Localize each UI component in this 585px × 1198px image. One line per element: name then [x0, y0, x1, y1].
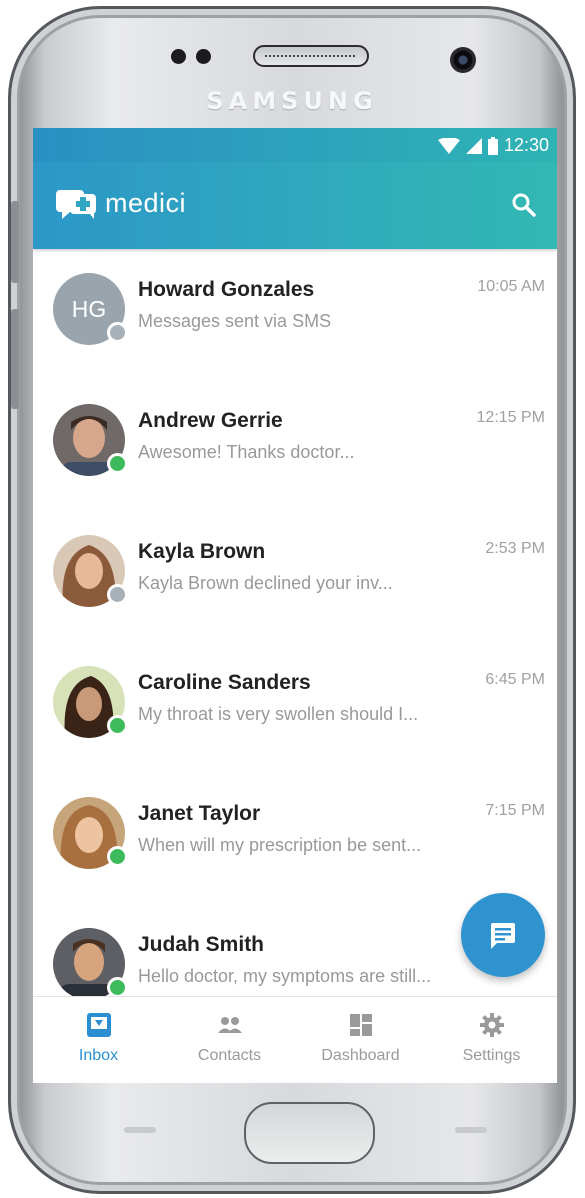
- message-preview: Messages sent via SMS: [138, 311, 332, 331]
- tab-inbox[interactable]: Inbox: [33, 997, 164, 1083]
- tab-label: Contacts: [197, 1047, 262, 1064]
- search-icon[interactable]: [511, 192, 537, 218]
- signal-icon: [465, 137, 482, 154]
- message-time: 2:53 PM: [485, 540, 545, 557]
- bottom-navigation: Inbox Contacts Dashboard Settings: [33, 996, 557, 1083]
- message-preview: Awesome! Thanks doctor...: [138, 442, 355, 462]
- presence-online-indicator: [107, 453, 128, 474]
- compose-message-button[interactable]: [461, 893, 545, 977]
- sensor-dot: [171, 49, 186, 64]
- contact-name: Judah Smith: [138, 933, 265, 956]
- presence-online-indicator: [107, 977, 128, 998]
- message-time: 12:15 PM: [476, 409, 545, 426]
- conversation-item-caroline-sanders[interactable]: Caroline Sanders My throat is very swoll…: [33, 642, 557, 772]
- battery-icon: [487, 136, 498, 155]
- presence-online-indicator: [107, 715, 128, 736]
- contact-name: Kayla Brown: [138, 540, 266, 563]
- app-bar: medici: [33, 162, 557, 249]
- message-time: 6:45 PM: [485, 671, 545, 688]
- bixby-button: [11, 309, 19, 409]
- device-brand: SAMSUNG: [206, 87, 378, 115]
- tab-label: Settings: [462, 1047, 521, 1064]
- back-key[interactable]: [455, 1127, 487, 1133]
- volume-button: [11, 201, 19, 283]
- message-icon: [491, 923, 515, 949]
- dashboard-icon: [349, 1014, 372, 1036]
- earpiece-speaker: [253, 45, 369, 67]
- presence-offline-indicator: [107, 322, 128, 343]
- app-name: medici: [105, 187, 187, 218]
- message-preview: When will my prescription be sent...: [138, 835, 422, 855]
- tab-contacts[interactable]: Contacts: [164, 997, 295, 1083]
- conversation-item-kayla-brown[interactable]: Kayla Brown Kayla Brown declined your in…: [33, 511, 557, 641]
- contact-name: Howard Gonzales: [138, 278, 315, 301]
- conversation-item-janet-taylor[interactable]: Janet Taylor When will my prescription b…: [33, 773, 557, 903]
- presence-offline-indicator: [107, 584, 128, 605]
- home-button[interactable]: [244, 1102, 375, 1164]
- message-preview: Kayla Brown declined your inv...: [138, 573, 393, 593]
- tab-label: Dashboard: [321, 1047, 400, 1064]
- contacts-icon: [217, 1017, 242, 1033]
- status-time: 12:30: [503, 135, 549, 155]
- message-time: 10:05 AM: [477, 278, 545, 295]
- phone-screen: 12:30 medici HG Howard Gonzales Messages…: [33, 128, 557, 1083]
- tab-label: Inbox: [78, 1047, 119, 1064]
- conversation-item-howard-gonzales[interactable]: HG Howard Gonzales Messages sent via SMS…: [33, 249, 557, 379]
- message-time: 7:15 PM: [485, 802, 545, 819]
- conversation-item-andrew-gerrie[interactable]: Andrew Gerrie Awesome! Thanks doctor... …: [33, 380, 557, 510]
- gear-icon: [479, 1013, 504, 1037]
- wifi-icon: [437, 137, 460, 154]
- inbox-icon: [86, 1013, 111, 1037]
- contact-name: Caroline Sanders: [138, 671, 311, 694]
- message-preview: Hello doctor, my symptoms are still...: [138, 966, 432, 986]
- recent-apps-key[interactable]: [124, 1127, 156, 1133]
- app-logo: medici: [54, 186, 186, 220]
- contact-name: Andrew Gerrie: [138, 409, 283, 432]
- front-camera: [450, 47, 476, 73]
- sensor-dot: [196, 49, 211, 64]
- message-preview: My throat is very swollen should I...: [138, 704, 419, 724]
- medici-logo-icon: [56, 190, 96, 219]
- tab-dashboard[interactable]: Dashboard: [295, 997, 426, 1083]
- status-bar: 12:30: [33, 128, 557, 162]
- tab-settings[interactable]: Settings: [426, 997, 557, 1083]
- contact-name: Janet Taylor: [138, 802, 261, 825]
- presence-online-indicator: [107, 846, 128, 867]
